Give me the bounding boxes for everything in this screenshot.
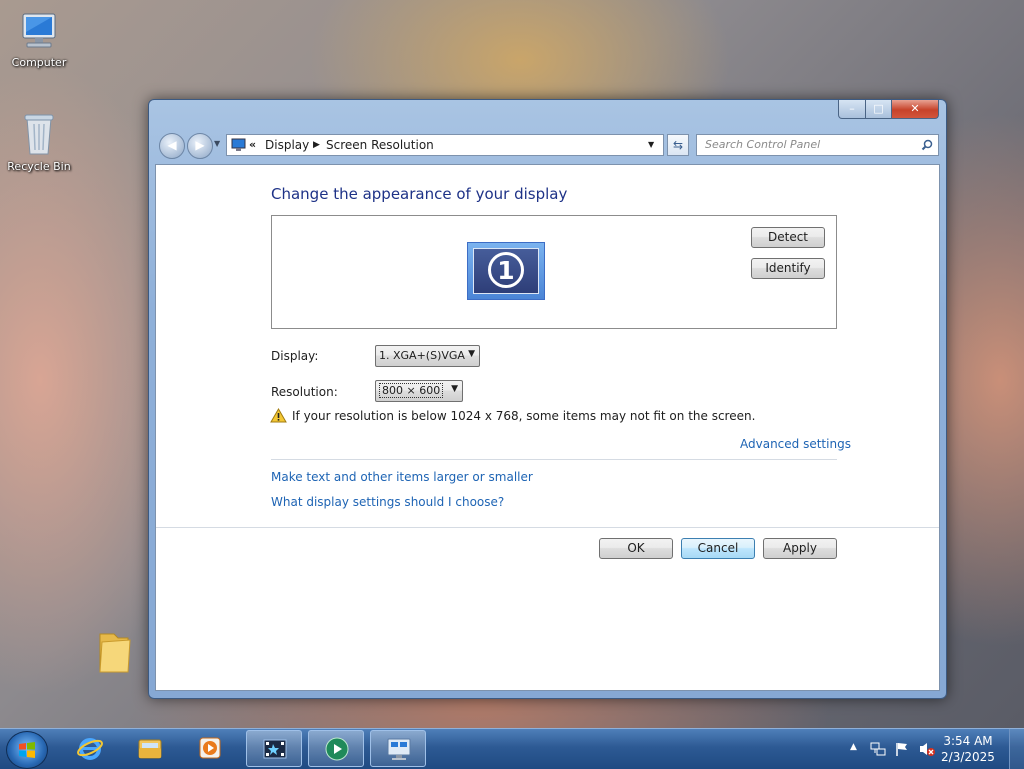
taskbar-media-player[interactable] <box>182 730 238 767</box>
chevron-down-icon: ▼ <box>468 349 475 359</box>
address-dropdown-icon[interactable]: ▼ <box>648 140 654 149</box>
maximize-button[interactable]: □ <box>865 100 892 119</box>
computer-icon <box>22 13 56 48</box>
cancel-button[interactable]: Cancel <box>681 538 755 559</box>
media-center-icon <box>325 737 349 761</box>
taskbar-display-settings[interactable] <box>370 730 426 767</box>
screen-resolution-window: – □ ✕ ◀ ▶ ▼ « Display ▶ Screen Resolutio… <box>148 99 947 699</box>
detect-button[interactable]: Detect <box>751 227 825 248</box>
navigation-bar: ◀ ▶ ▼ « Display ▶ Screen Resolution ▼ ⇆ … <box>157 132 939 159</box>
warning-text: If your resolution is below 1024 x 768, … <box>292 409 756 423</box>
breadcrumb-screen-resolution[interactable]: Screen Resolution <box>326 138 434 152</box>
clock-date: 2/3/2025 <box>941 750 995 764</box>
display-settings-icon <box>387 738 411 760</box>
volume-muted-icon[interactable] <box>918 741 936 757</box>
back-button[interactable]: ◀ <box>159 133 185 159</box>
recycle-bin-icon <box>24 114 54 155</box>
arrow-left-icon: ◀ <box>167 138 177 152</box>
ok-button[interactable]: OK <box>599 538 673 559</box>
taskbar-media-center[interactable] <box>308 730 364 767</box>
content-pane: Change the appearance of your display 1 … <box>155 164 940 691</box>
display-select-value: 1. XGA+(S)VGA <box>379 349 465 362</box>
breadcrumb-overflow[interactable]: « <box>249 138 256 151</box>
monitor-1-tile[interactable]: 1 <box>467 242 545 300</box>
taskbar-windows-explorer[interactable] <box>122 730 178 767</box>
resolution-label: Resolution: <box>271 385 338 399</box>
display-select[interactable]: 1. XGA+(S)VGA ▼ <box>375 345 480 367</box>
display-settings-help-link[interactable]: What display settings should I choose? <box>271 495 504 509</box>
show-hidden-icons-icon[interactable]: ▲ <box>850 742 857 752</box>
chevron-down-icon: ▼ <box>451 384 458 394</box>
movie-maker-icon <box>263 739 287 759</box>
page-title: Change the appearance of your display <box>271 185 568 203</box>
windows-logo-icon <box>19 742 35 758</box>
search-box[interactable]: Search Control Panel <box>696 134 939 156</box>
advanced-settings-link[interactable]: Advanced settings <box>740 437 851 451</box>
display-control-panel-icon <box>231 138 246 151</box>
identify-button[interactable]: Identify <box>751 258 825 279</box>
monitor-number: 1 <box>488 252 524 288</box>
desktop-icon-computer[interactable]: Computer <box>1 10 77 69</box>
clock-time: 3:54 AM <box>943 734 993 748</box>
window-controls: – □ ✕ <box>838 100 939 119</box>
clock[interactable]: 3:54 AM 2/3/2025 <box>938 733 998 765</box>
desktop-icon-label: Recycle Bin <box>7 160 71 173</box>
monitor-layout-area: 1 Detect Identify <box>271 215 837 329</box>
show-desktop-button[interactable] <box>1009 729 1024 769</box>
desktop-icon-label: Computer <box>11 56 67 69</box>
address-bar[interactable]: « Display ▶ Screen Resolution ▼ <box>226 134 664 156</box>
divider <box>156 527 939 528</box>
warning-icon <box>270 408 287 423</box>
recent-pages-dropdown-icon[interactable]: ▼ <box>214 139 220 148</box>
breadcrumb-separator-icon[interactable]: ▶ <box>313 140 320 150</box>
taskbar-movie-maker[interactable] <box>246 730 302 767</box>
forward-button[interactable]: ▶ <box>187 133 213 159</box>
minimize-button[interactable]: – <box>838 100 866 119</box>
desktop-icon-recycle-bin[interactable]: Recycle Bin <box>1 110 77 173</box>
monitor-screen: 1 <box>473 248 539 294</box>
start-button[interactable] <box>6 731 48 769</box>
breadcrumb-display[interactable]: Display <box>265 138 309 152</box>
refresh-button[interactable]: ⇆ <box>667 134 689 156</box>
text-size-link[interactable]: Make text and other items larger or smal… <box>271 470 533 484</box>
media-player-icon <box>199 737 221 759</box>
divider <box>271 459 837 460</box>
arrow-right-icon: ▶ <box>195 138 205 152</box>
refresh-icon: ⇆ <box>672 138 684 152</box>
folder-library-icon <box>138 739 162 759</box>
system-tray: ▲ 3:54 AM 2/3/2025 <box>834 729 1024 769</box>
action-center-flag-icon[interactable] <box>894 741 910 757</box>
close-button[interactable]: ✕ <box>891 100 939 119</box>
folder-icon <box>99 633 131 673</box>
search-icon[interactable] <box>921 139 933 151</box>
search-placeholder: Search Control Panel <box>705 138 821 151</box>
resolution-select-value: 800 × 600 <box>379 383 444 398</box>
apply-button[interactable]: Apply <box>763 538 837 559</box>
resolution-select[interactable]: 800 × 600 ▼ <box>375 380 463 402</box>
taskbar-internet-explorer[interactable] <box>62 730 118 767</box>
network-icon[interactable] <box>870 741 886 757</box>
display-label: Display: <box>271 349 319 363</box>
internet-explorer-icon <box>77 738 103 760</box>
desktop-icon-folder[interactable] <box>76 628 152 676</box>
taskbar: ▲ 3:54 AM 2/3/2025 <box>0 728 1024 769</box>
